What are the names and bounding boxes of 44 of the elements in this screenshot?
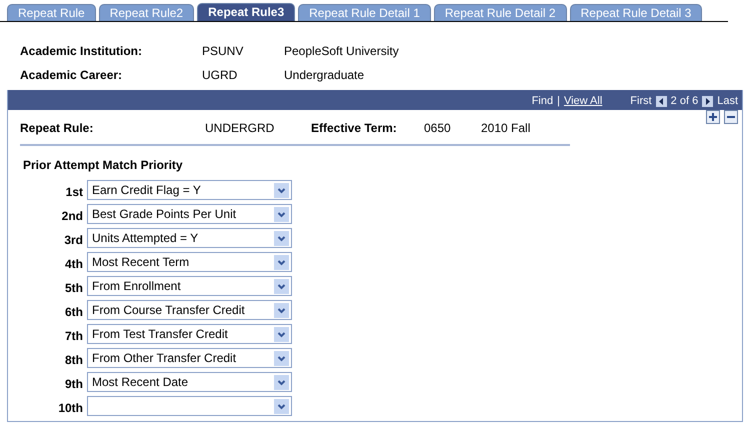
field-label: Academic Institution: <box>20 43 144 60</box>
field-label: Repeat Rule: <box>20 120 94 137</box>
separator-text: | <box>557 94 560 109</box>
next-icon[interactable] <box>702 96 714 106</box>
priority-label: 1st <box>64 184 84 201</box>
dropdown-field[interactable]: From Course Transfer Credit <box>87 300 292 320</box>
find-link[interactable]: Find <box>532 92 554 110</box>
priority-label: 6th <box>64 304 84 321</box>
dropdown-field[interactable]: Earn Credit Flag = Y <box>87 180 292 200</box>
dropdown-field[interactable]: From Other Transfer Credit <box>87 348 292 368</box>
priority-label: 2nd <box>60 208 84 225</box>
priority-label: 7th <box>64 328 84 345</box>
priority-label: 3rd <box>63 232 84 249</box>
add-row-button[interactable] <box>706 110 720 124</box>
last-link[interactable]: Last <box>717 92 738 110</box>
dropdown-field[interactable]: Most Recent Term <box>87 252 292 272</box>
field-value: UGRD <box>202 67 238 84</box>
delete-row-button[interactable] <box>724 110 738 124</box>
plus-icon <box>707 111 719 123</box>
dropdown-field[interactable]: Best Grade Points Per Unit <box>87 204 292 224</box>
priority-label: 5th <box>64 280 84 297</box>
priority-label: 9th <box>64 376 84 393</box>
priority-label: 10th <box>57 400 84 417</box>
field-label: Academic Career: <box>20 67 124 84</box>
position-text: 2 of 6 <box>670 94 698 109</box>
priority-label: 4th <box>64 256 84 273</box>
dropdown-field[interactable]: Most Recent Date <box>87 372 292 392</box>
dropdown-field[interactable]: From Enrollment <box>87 276 292 296</box>
field-value: 0650 <box>424 120 452 137</box>
section-title: Prior Attempt Match Priority <box>23 158 183 172</box>
field-description: PeopleSoft University <box>284 43 399 60</box>
first-link[interactable]: First <box>630 92 652 110</box>
field-value: UNDERGRD <box>205 120 276 137</box>
field-label: Effective Term: <box>311 120 398 137</box>
field-value: PSUNV <box>202 43 244 60</box>
dropdown-field[interactable]: From Test Transfer Credit <box>87 324 292 344</box>
tab[interactable]: Repeat Rule3 <box>197 3 296 21</box>
dropdown-field[interactable] <box>87 396 292 416</box>
field-description: Undergraduate <box>284 67 364 84</box>
field-description: 2010 Fall <box>481 120 530 137</box>
previous-icon[interactable] <box>656 96 667 106</box>
priority-label: 8th <box>64 352 84 369</box>
view-all-link[interactable]: View All <box>564 92 602 110</box>
dropdown-field[interactable]: Units Attempted = Y <box>87 228 292 248</box>
